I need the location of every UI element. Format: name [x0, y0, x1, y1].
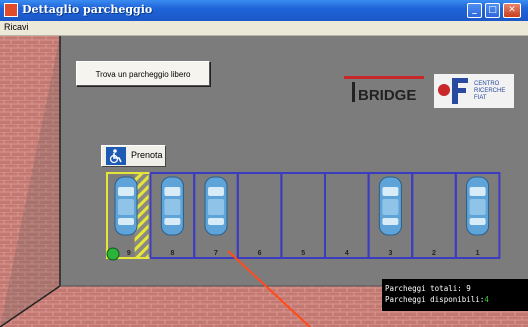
slot-number: 9: [127, 250, 131, 257]
reserve-button[interactable]: Prenota: [101, 145, 166, 167]
available-spots-row: Parcheggi disponibili:4: [385, 294, 528, 305]
available-spots-value: 4: [484, 295, 489, 304]
menu-bar: Ricavi: [0, 21, 528, 36]
wheelchair-icon: [106, 147, 126, 165]
car-icon: [378, 176, 402, 236]
bridge-logo: BRIDGE: [344, 76, 424, 104]
minimize-button[interactable]: _: [467, 3, 482, 18]
slot-number: 5: [301, 250, 305, 257]
window-title: Dettaglio parcheggio: [22, 3, 153, 16]
find-free-parking-button[interactable]: Trova un parcheggio libero: [76, 61, 210, 86]
parking-status-panel: Parcheggi totali: 9 Parcheggi disponibil…: [382, 279, 528, 311]
svg-text:CENTRO: CENTRO: [474, 81, 500, 87]
slot-number: 7: [214, 250, 218, 257]
svg-text:FIAT: FIAT: [474, 95, 487, 101]
parking-scene: 9 8 7 6 5 4 3 2 1 Trova un parcheggio libero BRI…: [0, 36, 528, 327]
slot-number: 6: [258, 250, 262, 257]
slot-number: 1: [476, 250, 480, 257]
car-icon: [204, 176, 228, 236]
menu-item-ricavi[interactable]: Ricavi: [4, 22, 29, 32]
svg-text:RICERCHE: RICERCHE: [474, 88, 505, 94]
slot-number: 4: [345, 250, 349, 257]
maximize-button[interactable]: □: [485, 3, 500, 18]
total-spots-label: Parcheggi totali:: [385, 284, 462, 293]
close-button[interactable]: ✕: [503, 3, 521, 18]
svg-text:BRIDGE: BRIDGE: [358, 87, 416, 104]
car-icon: [466, 176, 490, 236]
slot-number: 2: [432, 250, 436, 257]
slot-number: 8: [170, 250, 174, 257]
slot-number: 3: [388, 250, 392, 257]
car-icon: [160, 176, 184, 236]
total-spots-value: 9: [466, 284, 471, 293]
selected-marker: [106, 247, 120, 261]
reserve-label: Prenota: [131, 150, 163, 160]
title-bar[interactable]: Dettaglio parcheggio _ □ ✕: [0, 0, 528, 21]
total-spots-row: Parcheggi totali: 9: [385, 283, 528, 294]
app-icon: [4, 3, 18, 17]
available-spots-label: Parcheggi disponibili:: [385, 295, 485, 304]
car-icon: [114, 176, 138, 236]
crf-logo: CENTRO RICERCHE FIAT: [434, 74, 514, 108]
